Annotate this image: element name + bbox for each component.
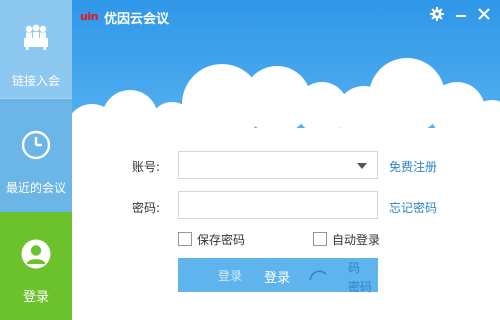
account-dropdown-icon[interactable]	[357, 163, 367, 169]
sidebar-item-login[interactable]: 登录	[0, 212, 72, 320]
settings-gear-icon[interactable]	[429, 6, 445, 22]
sidebar-item-label: 链接入会	[11, 74, 60, 88]
login-panel: uin 优因云会议 账号: 免费注册 密码: 忘记密码 保存密码 自动登录 登录…	[72, 0, 500, 320]
clock-icon	[21, 130, 51, 160]
password-input[interactable]	[185, 193, 359, 219]
ghost-forgot-text-a: 码	[348, 261, 361, 275]
account-input[interactable]	[185, 153, 359, 179]
password-field	[178, 191, 378, 219]
register-link[interactable]: 免费注册	[389, 158, 437, 175]
checkbox-box[interactable]	[178, 232, 192, 246]
minimize-icon[interactable]	[453, 6, 469, 22]
sidebar: 链接入会 最近的会议 登录	[0, 0, 72, 320]
save-password-label: 保存密码	[197, 233, 246, 247]
checkbox-box[interactable]	[313, 232, 327, 246]
close-icon[interactable]	[476, 6, 492, 22]
account-label: 账号:	[132, 160, 161, 174]
password-label: 密码:	[132, 201, 161, 215]
app-title: 优因云会议	[104, 12, 170, 27]
meeting-people-icon	[24, 24, 48, 50]
auto-login-label: 自动登录	[332, 233, 381, 247]
sidebar-item-join-meeting[interactable]: 链接入会	[0, 0, 72, 98]
forgot-password-link[interactable]: 忘记密码	[389, 199, 437, 216]
user-avatar-icon	[21, 239, 51, 269]
sidebar-item-label: 最近的会议	[5, 181, 66, 195]
title-bar: uin 优因云会议	[72, 0, 500, 28]
sidebar-item-recent-meetings[interactable]: 最近的会议	[0, 98, 72, 213]
transition-swirl-icon	[309, 270, 327, 281]
brand-logo: uin	[80, 10, 98, 23]
ghost-forgot-text-b: 密码	[348, 280, 373, 294]
sidebar-item-label: 登录	[22, 290, 49, 305]
account-field	[178, 151, 378, 179]
login-button-label: 登录	[264, 271, 291, 286]
ghost-login-text: 登录	[218, 269, 243, 283]
